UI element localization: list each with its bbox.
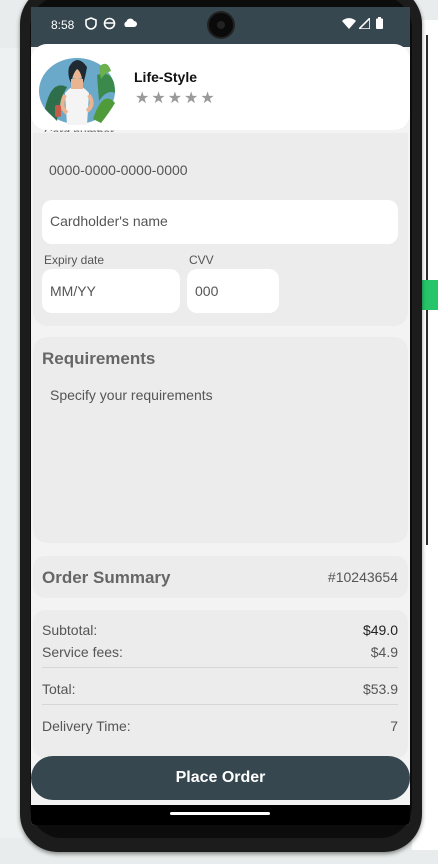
cvv-input[interactable]: 000	[187, 269, 279, 313]
wifi-icon	[342, 18, 356, 32]
total-label: Total:	[42, 681, 76, 697]
order-summary-title: Order Summary	[42, 568, 171, 587]
summary-divider	[42, 667, 398, 668]
shield-icon	[85, 17, 97, 33]
status-bar: 8:58	[31, 7, 410, 47]
subtotal-value: $49.0	[362, 622, 398, 638]
front-camera	[209, 13, 233, 37]
cloud-icon	[123, 17, 137, 31]
app-status-icon	[103, 17, 116, 33]
product-header: Life-Style ★★★★★	[31, 44, 410, 130]
order-summary-header: Order Summary #10243654	[33, 556, 408, 598]
lifestyle-illustration	[37, 49, 117, 125]
total-value: $53.9	[362, 681, 398, 697]
background-accent	[420, 280, 438, 310]
requirements-section[interactable]: Requirements Specify your requirements	[33, 337, 408, 543]
status-time: 8:58	[51, 18, 75, 32]
service-fees-row: Service fees: $4.9	[42, 644, 398, 662]
delivery-time-row: Delivery Time: 7	[42, 718, 398, 736]
total-row: Total: $53.9	[42, 681, 398, 699]
subtotal-label: Subtotal:	[42, 622, 98, 638]
service-fees-value: $4.9	[370, 644, 398, 660]
expiry-date-label: Expiry date	[44, 253, 105, 267]
order-id: #10243654	[327, 569, 398, 585]
requirements-input[interactable]: Specify your requirements	[50, 387, 213, 403]
cardholder-name-input[interactable]: Cardholder's name	[42, 200, 398, 244]
cardholder-name-placeholder: Cardholder's name	[50, 213, 168, 229]
home-gesture-handle[interactable]	[170, 812, 270, 815]
delivery-time-value: 7	[390, 718, 398, 734]
order-summary-details: Subtotal: $49.0 Service fees: $4.9 Total…	[33, 610, 408, 758]
expiry-date-input[interactable]: MM/YY	[42, 269, 180, 313]
delivery-time-label: Delivery Time:	[42, 718, 131, 734]
cvv-label: CVV	[189, 253, 214, 267]
product-title: Life-Style	[134, 69, 198, 85]
subtotal-row: Subtotal: $49.0	[42, 622, 398, 640]
signal-icon	[357, 16, 371, 32]
app-screen: 8:58 Card number 0000-0000-0000-0000 Car…	[31, 7, 410, 825]
rating-stars[interactable]: ★★★★★	[135, 88, 217, 108]
summary-divider	[42, 704, 398, 705]
card-number-input[interactable]: 0000-0000-0000-0000	[49, 162, 188, 178]
service-fees-label: Service fees:	[42, 644, 123, 660]
cvv-placeholder: 000	[195, 283, 219, 299]
requirements-title: Requirements	[42, 349, 156, 368]
navigation-bar	[31, 805, 410, 825]
place-order-button[interactable]: Place Order	[31, 756, 410, 800]
battery-icon	[376, 17, 383, 32]
expiry-date-placeholder: MM/YY	[50, 283, 96, 299]
